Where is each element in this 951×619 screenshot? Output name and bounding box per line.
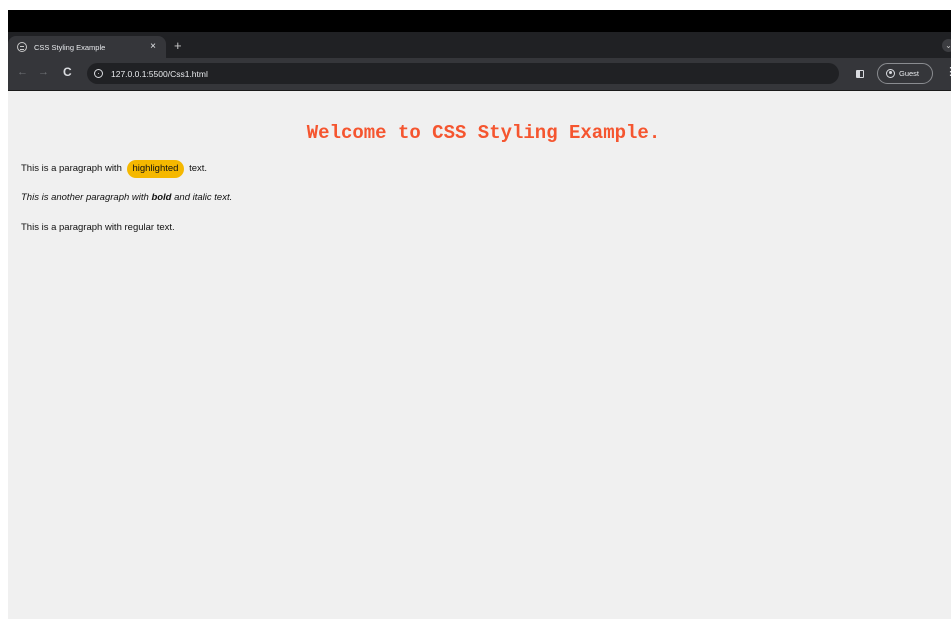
person-circle-icon [886, 69, 895, 78]
page-heading: Welcome to CSS Styling Example. [306, 122, 661, 144]
more-menu-icon[interactable]: ⋮ [945, 67, 951, 78]
new-tab-button[interactable]: + [174, 39, 182, 52]
paragraph-text: This is another paragraph with [21, 192, 149, 203]
tab-search-button[interactable]: ⌄ [942, 39, 951, 52]
site-info-icon[interactable] [94, 69, 103, 78]
address-bar[interactable]: 127.0.0.1:5500/Css1.html [87, 63, 839, 84]
paragraph-text: This is a paragraph with [21, 163, 122, 174]
tab-active[interactable]: CSS Styling Example × [8, 36, 166, 58]
tab-title: CSS Styling Example [34, 42, 106, 52]
profile-label: Guest [899, 69, 920, 78]
browser-window: CSS Styling Example × + ⌄ ← → C 127.0.0.… [8, 10, 951, 619]
title-bar [8, 10, 951, 32]
reload-button[interactable]: C [63, 66, 72, 78]
paragraph-regular: This is a paragraph with regular text. [21, 222, 175, 233]
paragraph-highlighted: This is a paragraph with highlighted tex… [21, 160, 207, 178]
page-viewport: Welcome to CSS Styling Example. This is … [8, 91, 951, 619]
browser-toolbar: ← → C 127.0.0.1:5500/Css1.html Guest ⋮ [8, 58, 951, 91]
bold-text: bold [151, 192, 172, 203]
globe-icon [17, 42, 27, 52]
paragraph-italic: This is another paragraph with bold and … [21, 192, 232, 203]
tab-strip: CSS Styling Example × + ⌄ [8, 32, 951, 58]
url-text[interactable]: 127.0.0.1:5500/Css1.html [111, 69, 208, 79]
side-panel-icon[interactable] [856, 70, 864, 78]
back-button[interactable]: ← [17, 67, 28, 78]
highlighted-text: highlighted [126, 160, 185, 178]
profile-button[interactable]: Guest [877, 63, 933, 84]
forward-button[interactable]: → [38, 67, 49, 78]
close-icon[interactable]: × [150, 42, 156, 52]
paragraph-text: text. [189, 163, 208, 174]
paragraph-text: and italic text. [174, 192, 233, 203]
